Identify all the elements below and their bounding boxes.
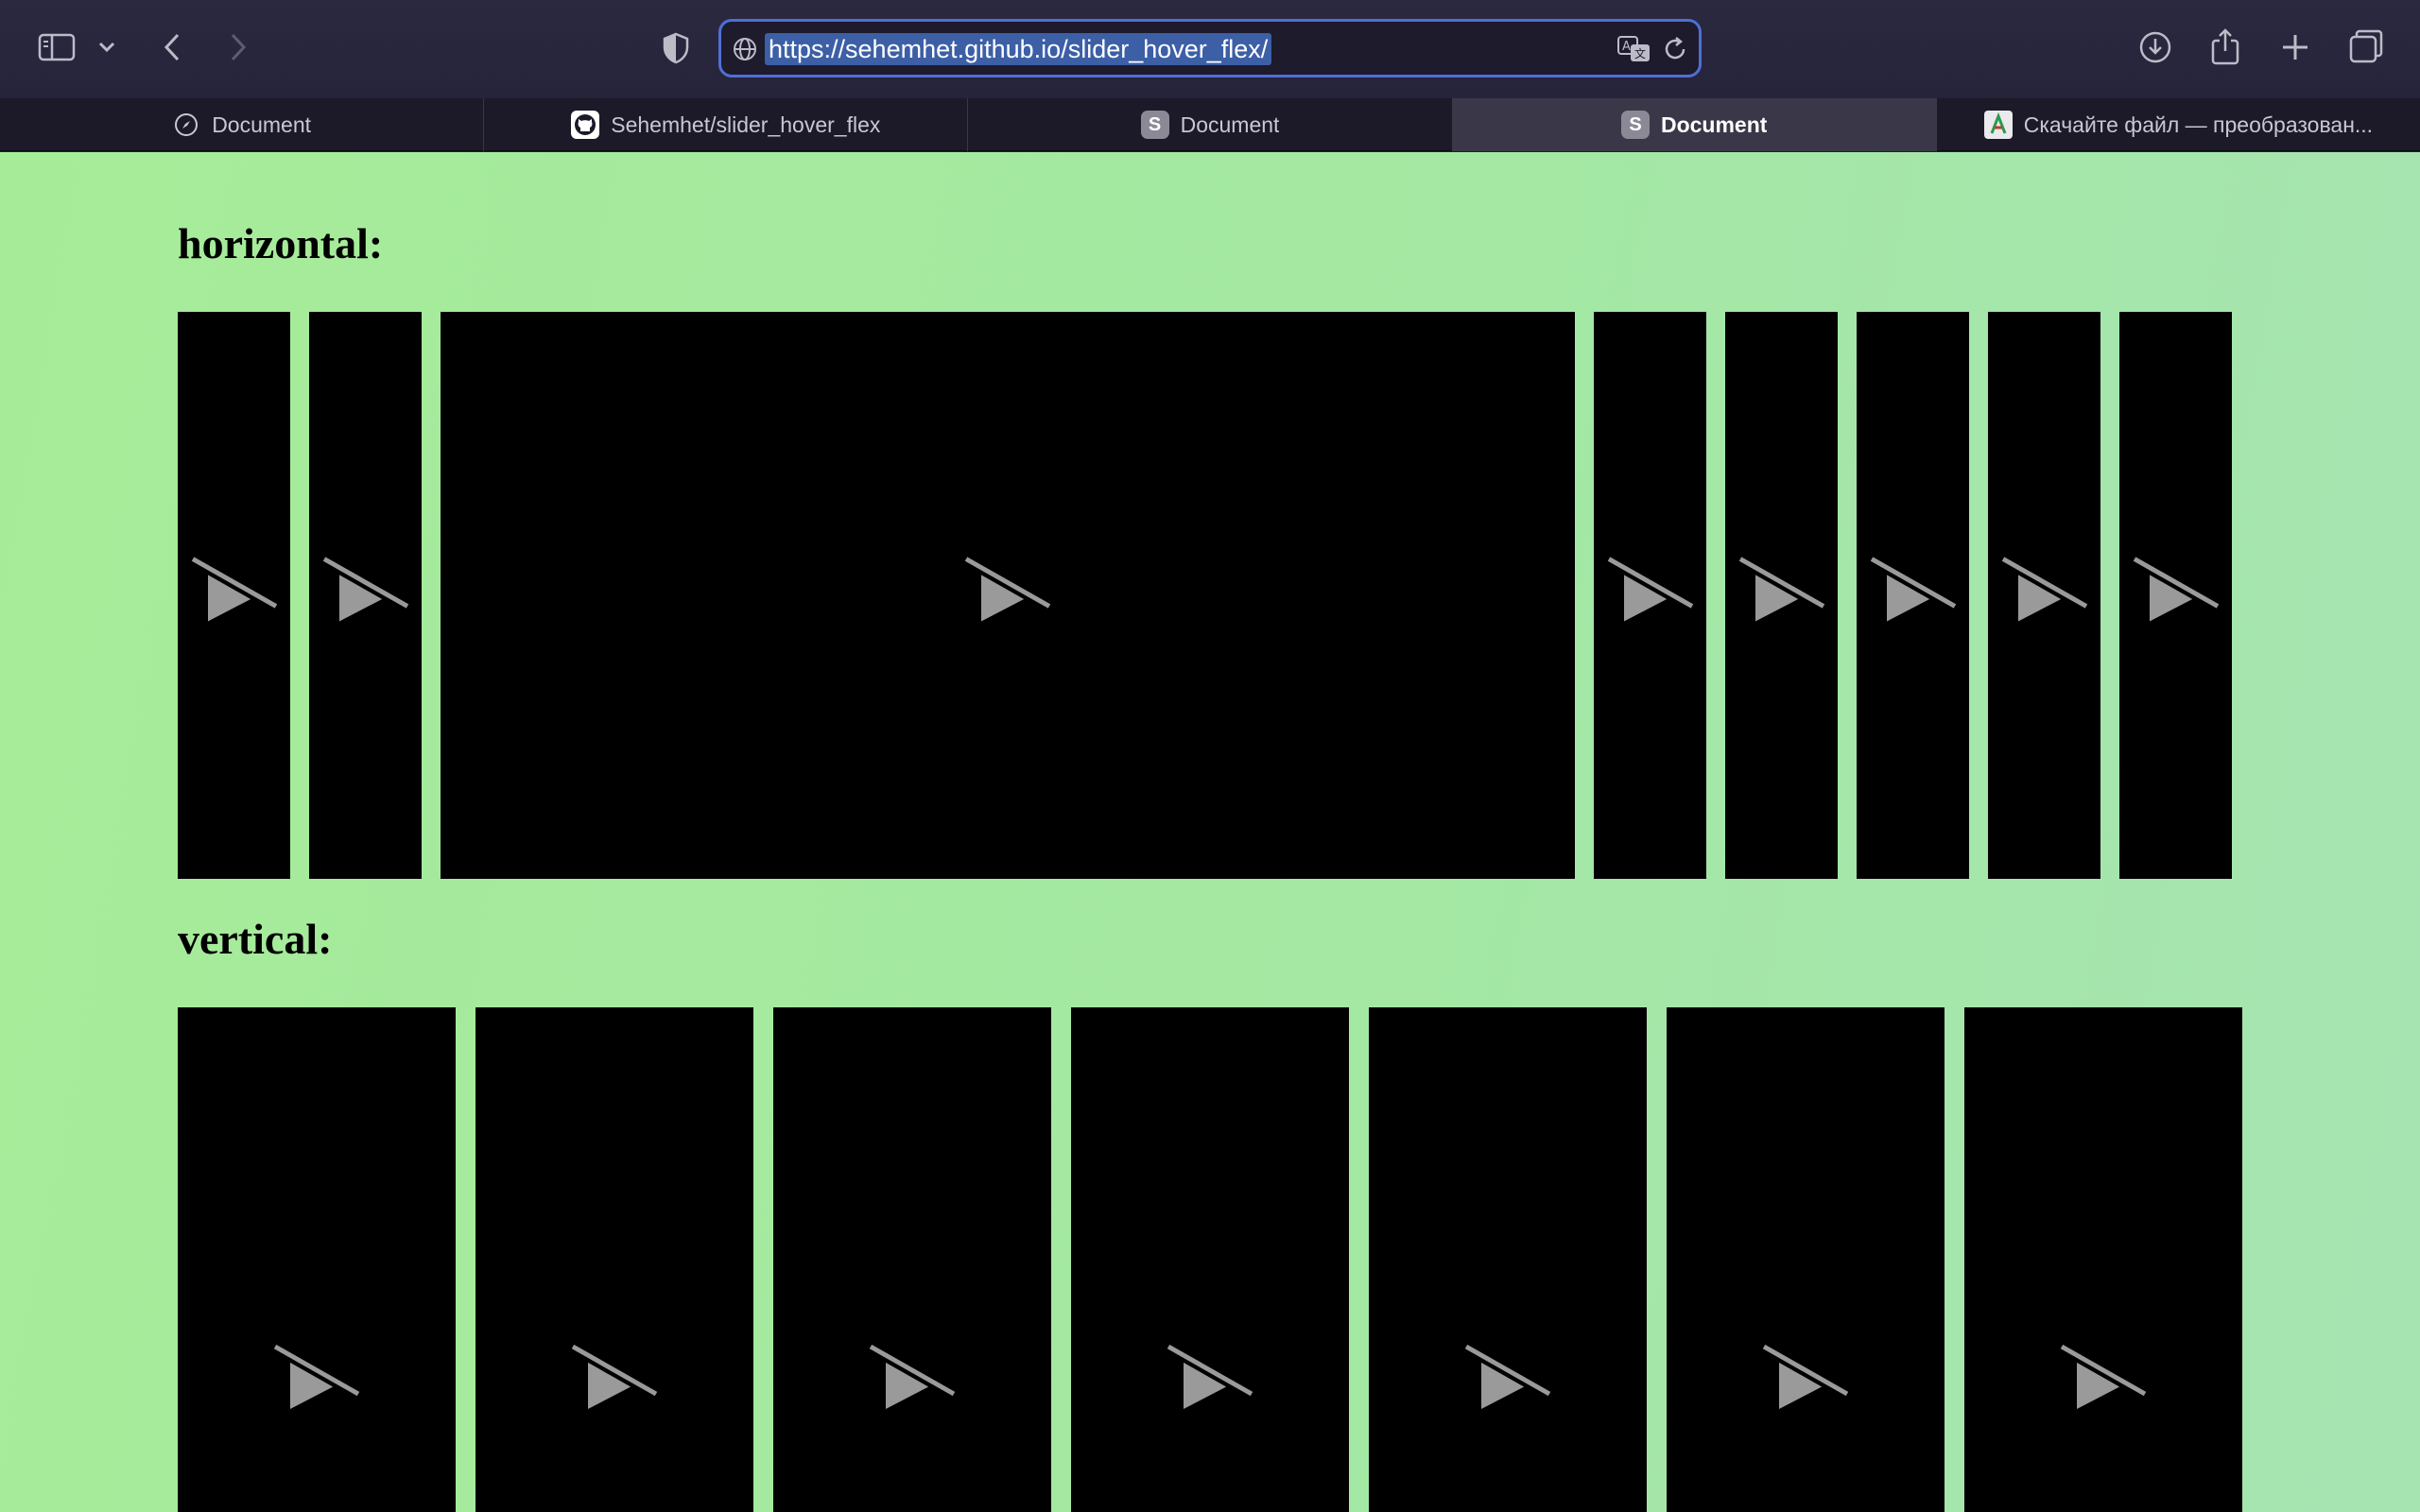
video-player[interactable] [475,1007,753,1512]
play-blocked-icon [1735,556,1829,636]
video-player[interactable] [1369,1007,1647,1512]
play-blocked-icon [187,556,282,636]
chevron-down-icon[interactable] [96,38,117,57]
play-blocked-icon [319,556,413,636]
github-icon [571,111,600,139]
horizontal-heading: horizontal: [178,219,384,267]
video-player[interactable] [1667,1007,1945,1512]
vertical-slider [178,1007,2242,1512]
video-player[interactable] [1725,312,1838,879]
page-content: horizontal: vertical: [0,152,2420,1512]
s-icon: S [1140,111,1169,139]
tab-label: Sehemhet/slider_hover_flex [611,112,881,137]
reload-icon[interactable] [1661,35,1689,63]
tab-label: Скачайте файл — преобразован... [2023,112,2374,137]
tab-label: Document [1660,112,1768,137]
video-player[interactable] [1071,1007,1349,1512]
video-player[interactable] [2119,312,2232,879]
tab-bar: Document Sehemhet/slider_hover_flex S Do… [0,98,2420,151]
tab-label: Document [212,112,312,137]
s-icon: S [1620,111,1650,139]
tab-overview-icon[interactable] [2348,28,2384,64]
video-player[interactable] [1988,312,2100,879]
play-blocked-icon [960,556,1055,636]
tab-document-2[interactable]: S Document [968,98,1453,151]
privacy-shield-icon[interactable] [660,30,692,66]
play-blocked-icon [1603,556,1698,636]
play-blocked-icon [2129,556,2223,636]
tab-document-1[interactable]: Document [0,98,485,151]
play-blocked-icon [567,1343,662,1423]
play-blocked-icon [1758,1343,1853,1423]
video-player[interactable] [1857,312,1969,879]
horizontal-slider [178,312,2241,879]
video-player[interactable] [178,1007,456,1512]
play-blocked-icon [2056,1343,2151,1423]
browser-toolbar: https://sehemhet.github.io/slider_hover_… [0,0,2420,98]
play-blocked-icon [1461,1343,1555,1423]
play-blocked-icon [1866,556,1961,636]
tab-label: Document [1180,112,1280,137]
globe-icon [734,38,756,60]
compass-icon [172,111,200,139]
video-player[interactable] [773,1007,1051,1512]
share-icon[interactable] [2208,26,2242,66]
video-player[interactable] [1594,312,1706,879]
translate-icon[interactable]: A文 [1617,35,1651,63]
play-blocked-icon [865,1343,959,1423]
tab-github-repo[interactable]: Sehemhet/slider_hover_flex [484,98,969,151]
address-bar[interactable]: https://sehemhet.github.io/slider_hover_… [718,19,1702,77]
svg-text:文: 文 [1634,46,1646,60]
video-player[interactable] [178,312,290,879]
tab-download-converter[interactable]: Скачайте файл — преобразован... [1937,98,2420,151]
download-icon[interactable] [2138,30,2172,64]
back-icon[interactable] [157,30,187,64]
play-blocked-icon [1997,556,2092,636]
url-text[interactable]: https://sehemhet.github.io/slider_hover_… [765,33,1272,65]
play-blocked-icon [269,1343,364,1423]
tab-document-active[interactable]: S Document [1452,98,1937,151]
video-player[interactable] [441,312,1575,879]
svg-text:A: A [1622,40,1631,54]
new-tab-icon[interactable] [2278,30,2312,64]
download-site-icon [1983,111,2013,139]
vertical-heading: vertical: [178,915,333,963]
video-player[interactable] [309,312,422,879]
sidebar-toggle-icon[interactable] [38,30,76,64]
play-blocked-icon [1163,1343,1257,1423]
forward-icon[interactable] [223,30,253,64]
video-player[interactable] [1964,1007,2242,1512]
